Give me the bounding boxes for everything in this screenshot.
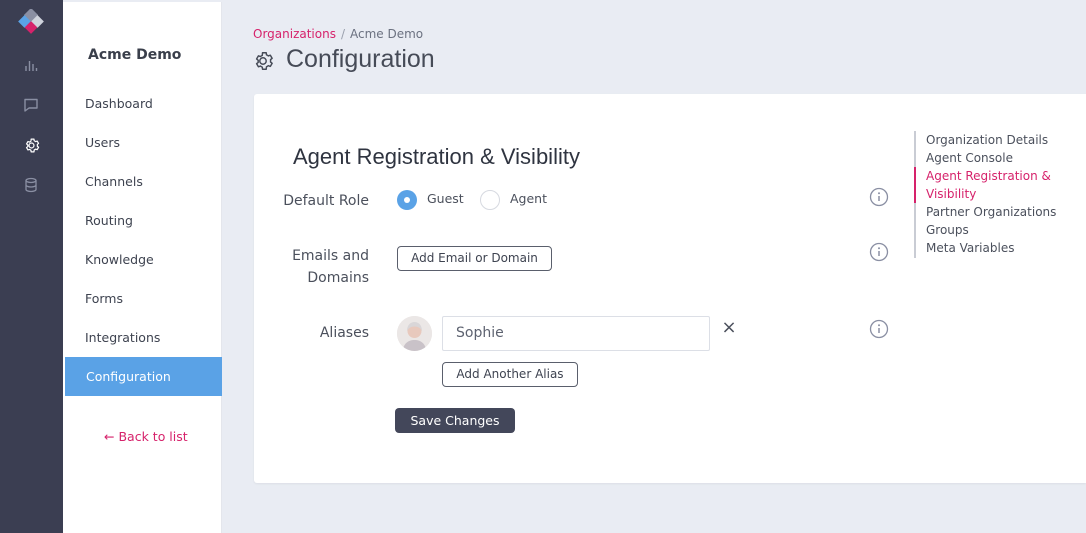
sidebar-item-channels[interactable]: Channels [63,162,222,201]
info-icon[interactable] [869,242,889,262]
breadcrumb-separator: / [340,27,346,41]
add-email-domain-button[interactable]: Add Email or Domain [397,246,552,271]
section-sidebar: Acme Demo Dashboard Users Channels Routi… [63,2,222,533]
sidebar-item-configuration[interactable]: Configuration [65,357,222,396]
close-icon[interactable]: × [721,319,737,337]
org-name: Acme Demo [88,47,182,63]
back-to-list-link[interactable]: ← Back to list [104,429,188,444]
emails-domains-label: Emails and Domains [274,245,369,289]
section-subnav: Organization Details Agent Console Agent… [914,131,1074,258]
section-title: Agent Registration & Visibility [293,144,580,169]
emails-label-line1: Emails and [292,248,369,264]
breadcrumb-current: Acme Demo [350,27,424,41]
info-icon[interactable] [869,187,889,207]
sidebar-item-dashboard[interactable]: Dashboard [63,84,222,123]
subnav-partner-organizations[interactable]: Partner Organizations [926,203,1056,221]
gear-icon [255,52,273,70]
active-marker [914,167,916,203]
sidebar-item-integrations[interactable]: Integrations [63,318,222,357]
role-guest-label[interactable]: Guest [427,191,464,206]
sidebar-item-knowledge[interactable]: Knowledge [63,240,222,279]
default-role-label: Default Role [283,193,369,209]
sidebar-item-users[interactable]: Users [63,123,222,162]
sidebar-item-forms[interactable]: Forms [63,279,222,318]
breadcrumb-organizations[interactable]: Organizations [253,27,336,41]
save-changes-button[interactable]: Save Changes [395,408,515,433]
aliases-label: Aliases [319,325,369,341]
back-link-label: Back to list [118,429,188,444]
avatar [397,316,432,351]
subnav-groups[interactable]: Groups [926,221,969,239]
role-guest-radio[interactable] [397,190,417,210]
database-icon[interactable] [21,175,41,195]
breadcrumb: Organizations / Acme Demo [253,27,423,41]
role-agent-label[interactable]: Agent [510,191,547,206]
chat-icon[interactable] [21,95,41,115]
add-another-alias-button[interactable]: Add Another Alias [442,362,578,387]
app-logo-icon[interactable] [17,9,45,37]
subnav-organization-details[interactable]: Organization Details [926,131,1048,149]
page-title: Configuration [286,45,435,73]
sidebar-item-routing[interactable]: Routing [63,201,222,240]
emails-label-line2: Domains [307,270,369,286]
subnav-meta-variables[interactable]: Meta Variables [926,239,1014,257]
arrow-left-icon: ← [104,429,115,444]
settings-icon[interactable] [21,135,41,155]
subnav-agent-registration[interactable]: Agent Registration & [926,167,1051,185]
subnav-agent-registration-cont[interactable]: Visibility [926,185,976,203]
alias-input[interactable]: Sophie [442,316,710,351]
analytics-icon[interactable] [21,55,41,75]
role-agent-radio[interactable] [480,190,500,210]
info-icon[interactable] [869,319,889,339]
icon-rail [0,0,63,533]
subnav-agent-console[interactable]: Agent Console [926,149,1013,167]
